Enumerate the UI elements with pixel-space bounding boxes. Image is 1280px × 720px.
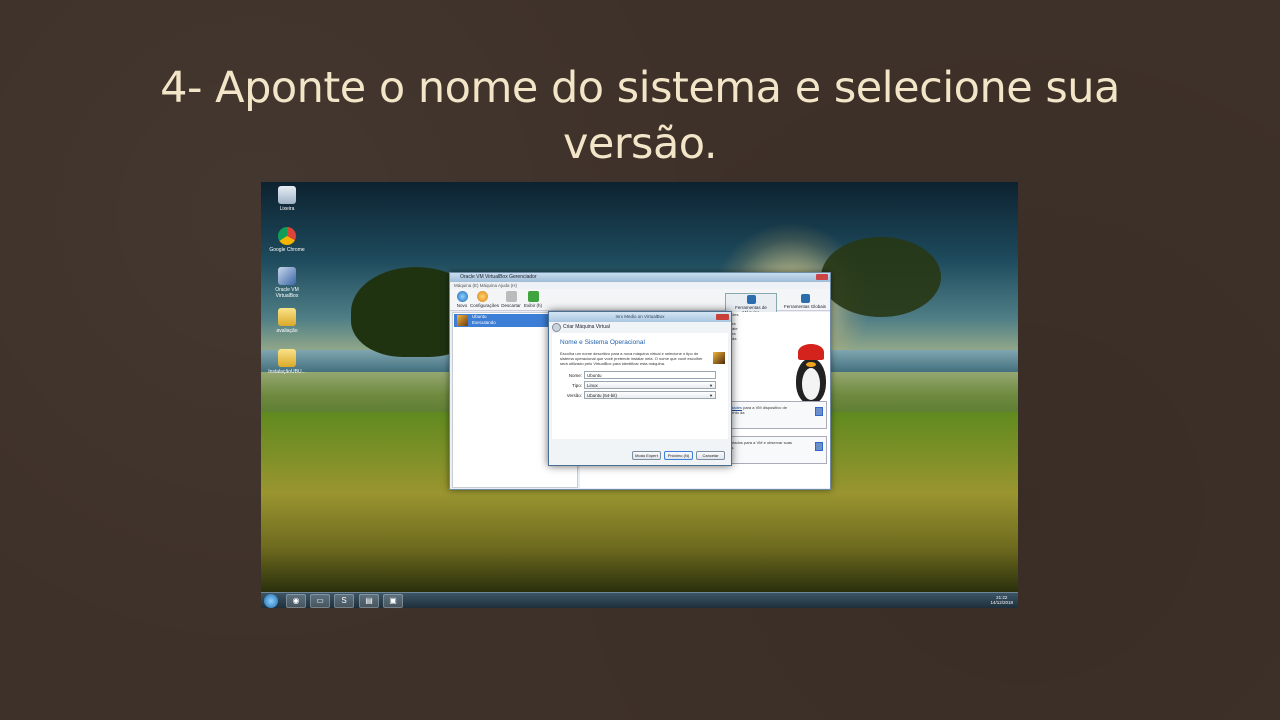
taskbar-chrome[interactable]: ◉ bbox=[286, 594, 306, 608]
dialog-footer: Modo Expert Próximo (N) Cancelar bbox=[549, 449, 731, 461]
sublime-icon: S bbox=[341, 596, 347, 605]
vb-machine-tools-button[interactable]: Ferramentas de Máquina bbox=[725, 293, 777, 315]
desktop-icon-avaliacao[interactable]: avaliação bbox=[265, 308, 309, 334]
taskbar: ◉ ▭ S ▤ ▣ 21:22 14/12/2018 bbox=[261, 592, 1018, 608]
expert-mode-button[interactable]: Modo Expert bbox=[632, 451, 661, 460]
desktop-icon-recycle-bin[interactable]: Lixeira bbox=[265, 186, 309, 212]
version-select-value: Ubuntu (64-bit) bbox=[587, 393, 618, 398]
dialog-description: Escolha um nome descritivo para a nova m… bbox=[560, 351, 703, 366]
tool-label: Ferramentas Globais bbox=[783, 304, 827, 309]
vb-show-button[interactable]: Exibir (h) bbox=[521, 291, 545, 308]
folder-icon bbox=[278, 308, 296, 326]
taskbar-explorer[interactable]: ▭ bbox=[310, 594, 330, 608]
create-vm-dialog: Inrx Medio on VirtualBox Criar Máquina V… bbox=[548, 311, 732, 466]
vb-settings-button[interactable]: Configurações bbox=[470, 291, 499, 308]
taskbar-sublime[interactable]: S bbox=[334, 594, 354, 608]
name-input[interactable]: Ubuntu bbox=[584, 371, 716, 379]
dialog-titlebar[interactable]: Inrx Medio on VirtualBox bbox=[549, 312, 731, 322]
dialog-header: Criar Máquina Virtual bbox=[549, 322, 731, 333]
cancel-button[interactable]: Cancelar bbox=[696, 451, 725, 460]
vb-discard-button[interactable]: Descartar bbox=[499, 291, 523, 308]
settings-icon bbox=[476, 291, 488, 302]
snapshot-icon bbox=[815, 442, 823, 451]
tool-label: Novo bbox=[456, 303, 468, 308]
vb-titlebar[interactable]: Oracle VM VirtualBox Gerenciador bbox=[450, 273, 830, 282]
dialog-heading: Nome e Sistema Operacional bbox=[560, 339, 645, 346]
desktop-icon-instalacao[interactable]: InstalaçãoUBU... bbox=[265, 349, 309, 375]
vb-toolbar: Novo Configurações Descartar Exibir (h) … bbox=[450, 289, 831, 315]
slide-title: 4- Aponte o nome do sistema e selecione … bbox=[140, 60, 1140, 172]
taskbar-notepad[interactable]: ▤ bbox=[359, 594, 379, 608]
vb-global-tools-button[interactable]: Ferramentas Globais bbox=[779, 293, 831, 313]
dialog-body: Nome e Sistema Operacional Escolha um no… bbox=[552, 333, 728, 439]
new-icon bbox=[456, 291, 468, 302]
type-select-value: Linux bbox=[587, 383, 598, 388]
system-tray-clock[interactable]: 21:22 14/12/2018 bbox=[990, 595, 1013, 605]
discard-icon bbox=[505, 291, 517, 302]
clock-date: 14/12/2018 bbox=[990, 600, 1013, 605]
type-label: Tipo: bbox=[572, 383, 582, 388]
taskbar-virtualbox[interactable]: ▣ bbox=[383, 594, 403, 608]
slide-title-line1: 4- Aponte o nome do sistema e selecione … bbox=[160, 63, 1120, 113]
name-label: Nome: bbox=[568, 373, 582, 378]
tool-label: Configurações bbox=[470, 303, 500, 308]
version-select[interactable]: Ubuntu (64-bit) ▼ bbox=[584, 391, 716, 399]
chevron-down-icon: ▼ bbox=[709, 383, 713, 388]
slide-title-line2: versão. bbox=[562, 119, 718, 169]
desktop-icon-label: Google Chrome bbox=[269, 247, 305, 253]
virtualbox-icon bbox=[278, 267, 296, 285]
dialog-window-title: Inrx Medio on VirtualBox bbox=[615, 314, 665, 319]
snippet-line: da bbox=[732, 336, 737, 341]
tool-label: Exibir (h) bbox=[523, 303, 542, 308]
desktop-icon-label: Oracle VM VirtualBox bbox=[275, 287, 299, 299]
tool-label: Descartar bbox=[501, 303, 521, 308]
folder-icon: ▭ bbox=[316, 596, 324, 605]
folder-icon bbox=[278, 349, 296, 367]
ubuntu-os-icon bbox=[457, 315, 468, 326]
machine-tools-icon bbox=[746, 295, 756, 304]
tux-mascot-icon bbox=[788, 340, 836, 410]
vb-menubar[interactable]: Máquina (E) Máquina Ajuda (H) bbox=[450, 282, 830, 289]
desktop-icon-virtualbox[interactable]: Oracle VM VirtualBox bbox=[265, 267, 309, 299]
close-icon[interactable] bbox=[816, 274, 828, 280]
start-button[interactable] bbox=[264, 594, 278, 608]
chevron-down-icon: ▼ bbox=[709, 393, 713, 398]
vb-window-title: Oracle VM VirtualBox Gerenciador bbox=[460, 274, 537, 280]
type-select[interactable]: Linux ▼ bbox=[584, 381, 716, 389]
snippet-line: ões bbox=[732, 312, 739, 317]
desktop-icon-chrome[interactable]: Google Chrome bbox=[265, 227, 309, 253]
chrome-icon bbox=[278, 227, 296, 245]
next-button[interactable]: Próximo (N) bbox=[664, 451, 693, 460]
desktop-icon-label: avaliação bbox=[276, 328, 298, 334]
chrome-icon: ◉ bbox=[292, 596, 300, 605]
back-arrow-icon[interactable] bbox=[552, 323, 561, 332]
virtualbox-icon: ▣ bbox=[389, 596, 397, 605]
document-icon bbox=[815, 407, 823, 416]
ubuntu-os-icon bbox=[713, 352, 725, 364]
wallpaper-tree bbox=[821, 237, 941, 317]
desktop-icon-label: InstalaçãoUBU... bbox=[268, 369, 306, 375]
close-icon[interactable] bbox=[716, 314, 729, 320]
desktop-icon-label: Lixeira bbox=[279, 206, 295, 212]
global-tools-icon bbox=[800, 294, 810, 303]
version-row: Versão: Ubuntu (64-bit) ▼ bbox=[560, 391, 720, 401]
details-snippet: ões ra ate ra da bbox=[732, 312, 738, 341]
notepad-icon: ▤ bbox=[365, 596, 373, 605]
show-icon bbox=[527, 291, 539, 302]
name-row: Nome: Ubuntu bbox=[560, 371, 720, 381]
version-label: Versão: bbox=[566, 393, 582, 398]
recycle-bin-icon bbox=[278, 186, 296, 204]
type-row: Tipo: Linux ▼ bbox=[560, 381, 720, 391]
desktop-screenshot: Lixeira Google Chrome Oracle VM VirtualB… bbox=[261, 182, 1018, 608]
dialog-header-label: Criar Máquina Virtual bbox=[563, 324, 610, 330]
